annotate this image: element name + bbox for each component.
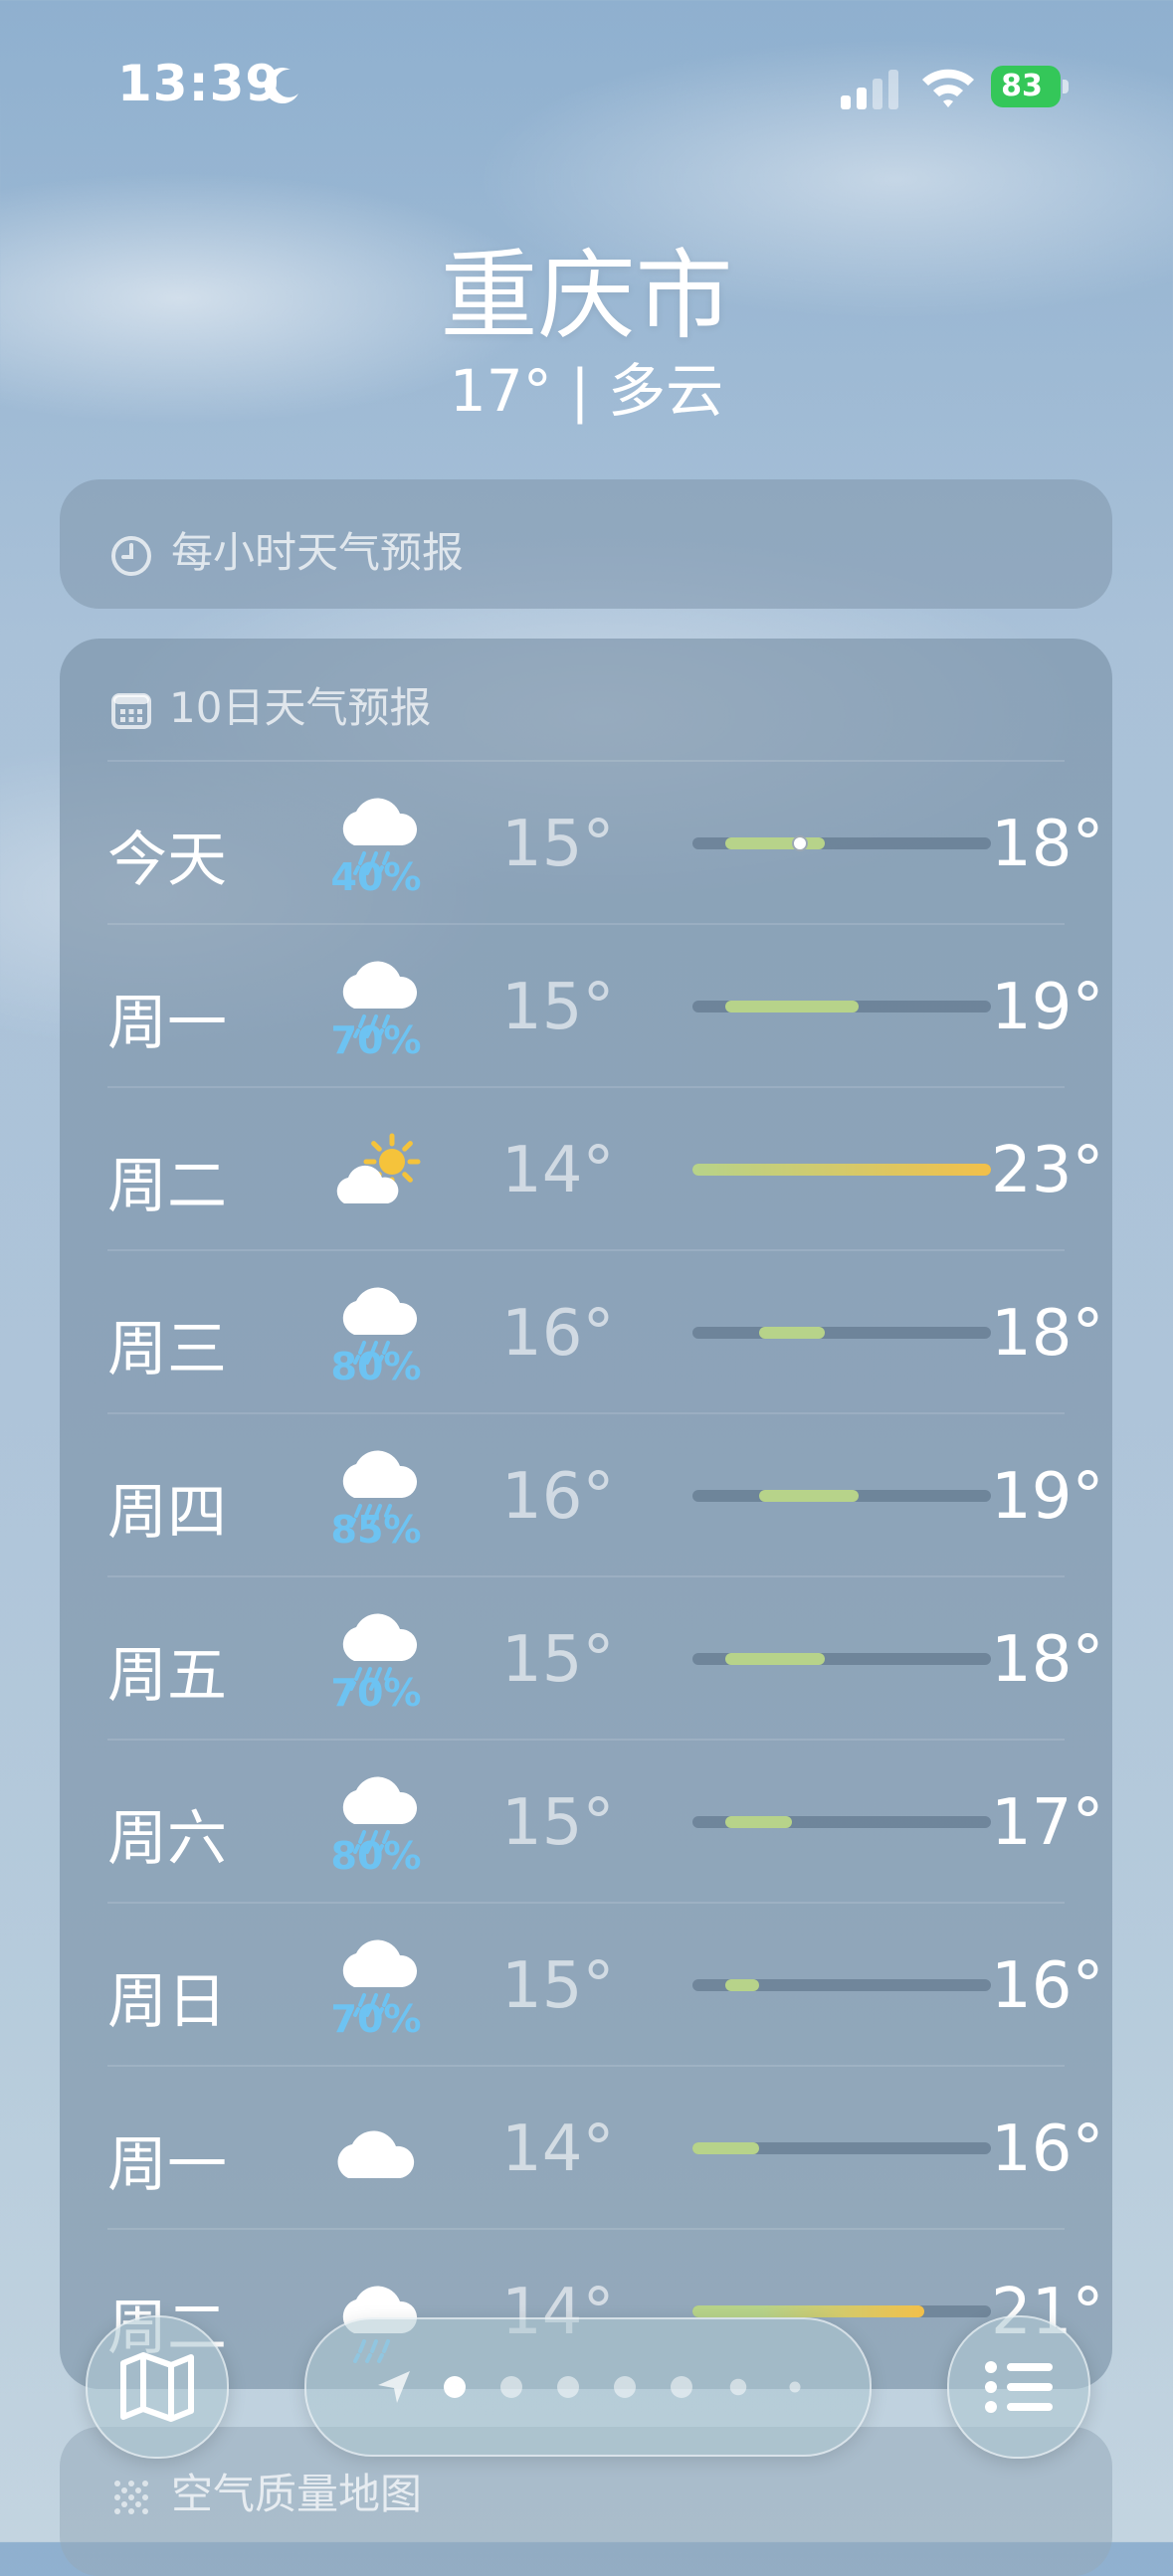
status-time: 13:39 [117, 55, 282, 112]
location-arrow-icon [378, 2371, 410, 2403]
temp-range-fill [725, 837, 826, 849]
forecast-row: 周日 70% 15° 16° [107, 1902, 1103, 2067]
battery-level: 83 [1001, 69, 1043, 103]
temp-range-fill [692, 1164, 991, 1176]
forecast-row: 周五 70% 15° 18° [107, 1575, 1103, 1741]
temp-range-bar [692, 1327, 991, 1339]
forecast-day-label: 周四 [107, 1478, 227, 1548]
calendar-icon [111, 692, 151, 729]
high-temp: 23° [991, 1134, 1104, 1207]
precipitation-chance: 70% [330, 1671, 422, 1715]
forecast-day-label: 周一 [107, 989, 227, 1058]
forecast-day-label: 周日 [107, 1967, 227, 2037]
precipitation-chance: 80% [330, 1345, 422, 1388]
temp-range-fill [725, 1001, 859, 1012]
page-dot[interactable] [614, 2376, 636, 2398]
map-button[interactable] [86, 2315, 229, 2459]
temp-range-bar [692, 1164, 991, 1176]
city-name: 重庆市 [440, 240, 733, 353]
partly-sunny-icon [336, 1133, 421, 1203]
map-icon [120, 2352, 194, 2422]
temp-range-bar [692, 1979, 991, 1991]
ten-day-forecast-title: 10日天气预报 [169, 683, 432, 732]
page-dot[interactable] [557, 2376, 579, 2398]
temp-range-fill [758, 1490, 859, 1502]
precipitation-chance: 70% [330, 1997, 422, 2041]
air-quality-title: 空气质量地图 [171, 2470, 423, 2518]
temp-range-bar [692, 835, 991, 851]
forecast-day-label: 周六 [107, 1804, 227, 1874]
clock-icon [111, 535, 151, 576]
temp-range-fill [725, 1816, 792, 1828]
forecast-day-label: 周三 [107, 1315, 227, 1384]
high-temp: 18° [991, 1297, 1104, 1371]
wifi-icon [922, 69, 974, 107]
low-temp: 14° [501, 2113, 615, 2186]
page-dot[interactable] [789, 2381, 801, 2393]
forecast-day-label: 周五 [107, 1641, 227, 1711]
forecast-row: 周六 80% 15° 17° [107, 1739, 1103, 1904]
cellular-signal-icon [841, 70, 898, 109]
precipitation-chance: 80% [330, 1834, 422, 1878]
page-dot[interactable] [500, 2376, 522, 2398]
temp-range-fill [692, 2305, 925, 2317]
temp-range-bar [692, 1816, 991, 1828]
temp-range-bar [692, 2142, 991, 2154]
temp-range-bar [692, 1653, 991, 1665]
temp-range-fill [725, 1653, 826, 1665]
precipitation-chance: 85% [330, 1508, 422, 1552]
temp-range-fill [725, 1979, 759, 1991]
low-temp: 15° [501, 1623, 615, 1697]
temp-range-bar [692, 1001, 991, 1012]
forecast-day-label: 今天 [107, 826, 227, 895]
battery-tip [1063, 80, 1069, 93]
low-temp: 15° [501, 971, 615, 1044]
page-dot[interactable] [729, 2378, 747, 2396]
air-quality-header: 空气质量地图 [109, 2461, 422, 2521]
battery-indicator: 83 [991, 66, 1071, 109]
low-temp: 14° [501, 1134, 615, 1207]
list-icon [985, 2361, 1053, 2413]
forecast-row: 周一 14° 16° [107, 2065, 1103, 2230]
hourly-forecast-card[interactable]: 每小时天气预报 [60, 479, 1112, 609]
status-bar: 13:39 83 [0, 0, 1173, 149]
forecast-row: 周四 85% 16° 19° [107, 1412, 1103, 1577]
low-temp: 15° [501, 808, 615, 881]
temp-range-fill [692, 2142, 759, 2154]
high-temp: 18° [991, 1623, 1104, 1697]
precipitation-chance: 40% [330, 855, 422, 899]
high-temp: 18° [991, 808, 1104, 881]
low-temp: 16° [501, 1297, 615, 1371]
cloud-icon [337, 2130, 415, 2178]
ten-day-forecast-card: 10日天气预报 今天 40% 15° 18° 周一 70% 15° 19° 周二 14° 23° 周三… [60, 639, 1112, 2389]
low-temp: 15° [501, 1949, 615, 2023]
precipitation-chance: 70% [330, 1018, 422, 1062]
forecast-day-label: 周二 [107, 1152, 227, 1221]
air-dots-icon [114, 2480, 148, 2514]
high-temp: 17° [991, 1786, 1104, 1860]
temp-range-bar [692, 1490, 991, 1502]
forecast-row: 周一 70% 15° 19° [107, 923, 1103, 1088]
forecast-row: 周二 14° 23° [107, 1086, 1103, 1251]
temp-range-fill [758, 1327, 826, 1339]
hourly-forecast-header: 每小时天气预报 [109, 519, 464, 580]
hourly-forecast-title: 每小时天气预报 [171, 528, 465, 577]
high-temp: 19° [991, 1460, 1104, 1534]
temp-range-bar [692, 2305, 991, 2317]
locations-list-button[interactable] [947, 2315, 1090, 2459]
low-temp: 15° [501, 1786, 615, 1860]
moon-icon [264, 68, 298, 104]
ten-day-forecast-header: 10日天气预报 [109, 674, 431, 735]
low-temp: 16° [501, 1460, 615, 1534]
page-dot[interactable] [671, 2376, 692, 2398]
high-temp: 16° [991, 2113, 1104, 2186]
location-pager[interactable] [304, 2317, 872, 2457]
forecast-row: 今天 40% 15° 18° [107, 760, 1103, 925]
page-dot[interactable] [444, 2376, 466, 2398]
forecast-day-label: 周一 [107, 2130, 227, 2200]
high-temp: 16° [991, 1949, 1104, 2023]
forecast-row: 周三 80% 16° 18° [107, 1249, 1103, 1414]
current-conditions: 17° | 多云 [449, 357, 724, 425]
high-temp: 19° [991, 971, 1104, 1044]
